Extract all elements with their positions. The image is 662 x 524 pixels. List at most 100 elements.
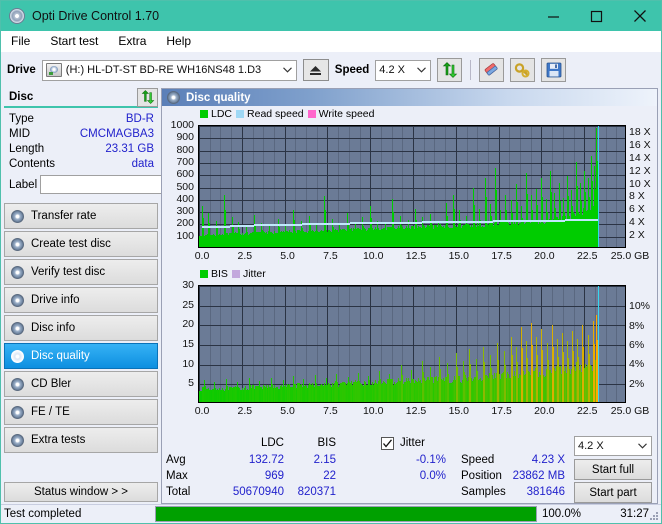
data-spike [559, 183, 560, 247]
data-spike [438, 222, 439, 247]
data-spike [271, 378, 272, 402]
data-spike [485, 178, 486, 247]
legend-item: Read speed [236, 108, 304, 120]
start-full-button[interactable]: Start full [574, 459, 652, 480]
x-tick-label: 20.0 [524, 250, 564, 262]
disc-icon [11, 238, 24, 251]
sidebar-item-disc-info[interactable]: Disc info [4, 315, 158, 341]
gridline-v [199, 126, 200, 247]
data-spike [326, 378, 327, 402]
legend-swatch [200, 270, 208, 278]
legend-item: Jitter [232, 268, 266, 280]
sidebar-item-fe-te[interactable]: FE / TE [4, 399, 158, 425]
status-window-button[interactable]: Status window > > [4, 482, 158, 502]
sidebar-item-extra-tests[interactable]: Extra tests [4, 427, 158, 453]
data-spike [521, 206, 522, 247]
sidebar-item-drive-info[interactable]: Drive info [4, 287, 158, 313]
data-spike [270, 232, 271, 247]
data-spike [431, 377, 432, 402]
read-speed-line [350, 222, 374, 224]
drive-select[interactable]: (H:) HL-DT-ST BD-RE WH16NS48 1.D3 [42, 60, 297, 81]
eraser-icon [483, 62, 500, 78]
toolbar-divider [470, 60, 471, 80]
bis-jitter-chart[interactable]: BISJitter510152025302%4%6%8%10%0.02.55.0… [162, 268, 657, 423]
progress-bar [155, 506, 537, 522]
plot-area[interactable] [198, 285, 626, 403]
minimize-button[interactable] [532, 1, 575, 31]
data-spike [204, 380, 205, 402]
data-spike [294, 384, 295, 402]
jitter-checkbox[interactable] [381, 437, 394, 450]
data-spike [527, 358, 528, 402]
data-spike [553, 347, 554, 402]
y-tick-label: 5 [162, 377, 194, 389]
start-part-button[interactable]: Start part [574, 482, 652, 503]
data-spike [386, 230, 387, 247]
speed-readout-value: 4.23 X [505, 454, 565, 466]
save-button[interactable] [541, 58, 566, 82]
stats-row-total-label: Total [166, 486, 190, 498]
sidebar-item-label: Disc quality [31, 350, 90, 362]
avg-bis-value: 2.15 [292, 454, 336, 466]
maximize-button[interactable] [575, 1, 618, 31]
data-spike [456, 353, 457, 402]
sidebar-item-transfer-rate[interactable]: Transfer rate [4, 203, 158, 229]
menu-item-file[interactable]: File [9, 33, 32, 49]
disc-contents-value: data [132, 158, 154, 170]
data-spike [285, 224, 286, 247]
speed-readout-label: Speed [461, 454, 494, 466]
check-icon [382, 438, 393, 449]
plot-area[interactable] [198, 125, 626, 248]
data-spike [589, 354, 590, 402]
save-icon [546, 62, 562, 78]
data-spike [576, 162, 577, 247]
speed-select[interactable]: 4.2 X [375, 60, 431, 81]
legend-item: LDC [200, 108, 232, 120]
menu-item-start-test[interactable]: Start test [48, 33, 100, 49]
disc-icon [11, 210, 24, 223]
resize-grip[interactable] [649, 511, 659, 521]
data-spike [526, 341, 527, 402]
sidebar-item-label: Drive info [31, 294, 80, 306]
erase-disc-button[interactable] [479, 58, 504, 82]
test-speed-select[interactable]: 4.2 X [574, 436, 652, 456]
menu-item-extra[interactable]: Extra [116, 33, 148, 49]
data-spike [423, 372, 424, 402]
data-spike [238, 387, 239, 402]
refresh-drive-button[interactable] [437, 58, 462, 82]
y-tick-label: 15 [162, 338, 194, 350]
sidebar-item-verify-test-disc[interactable]: Verify test disc [4, 259, 158, 285]
avg-jitter-value: -0.1% [390, 454, 446, 466]
data-spike [464, 372, 465, 402]
drive-toolbar: Drive (H:) HL-DT-ST BD-RE WH16NS48 1.D3 … [1, 52, 661, 88]
data-spike [337, 382, 338, 402]
x-tick-label: 2.5 [225, 250, 265, 262]
sidebar-item-cd-bler[interactable]: CD Bler [4, 371, 158, 397]
sidebar-item-disc-quality[interactable]: Disc quality [4, 343, 158, 369]
read-speed-line [230, 225, 254, 227]
data-spike [249, 378, 250, 402]
ldc-chart[interactable]: LDCRead speedWrite speed1002003004005006… [162, 108, 657, 268]
data-spike [537, 355, 538, 402]
sidebar-item-create-test-disc[interactable]: Create test disc [4, 231, 158, 257]
eject-button[interactable] [303, 59, 329, 81]
data-spike [490, 355, 491, 402]
data-spike [348, 377, 349, 402]
data-spike [208, 213, 209, 247]
x-tick-label: 25.0 GB [610, 405, 650, 417]
data-spike [416, 220, 417, 247]
gridline-h [199, 163, 625, 164]
menu-item-help[interactable]: Help [164, 33, 193, 49]
key-button[interactable] [510, 58, 535, 82]
window-title: Opti Drive Control 1.70 [32, 9, 159, 23]
data-spike [261, 223, 262, 247]
close-button[interactable] [618, 1, 661, 31]
read-speed-line [493, 220, 517, 222]
data-spike [577, 339, 578, 402]
data-spike [283, 380, 284, 402]
disc-icon [11, 434, 24, 447]
disc-refresh-button[interactable] [137, 88, 158, 107]
chevron-down-icon [279, 61, 296, 80]
gridline-h [199, 286, 625, 287]
data-spike [497, 343, 498, 402]
